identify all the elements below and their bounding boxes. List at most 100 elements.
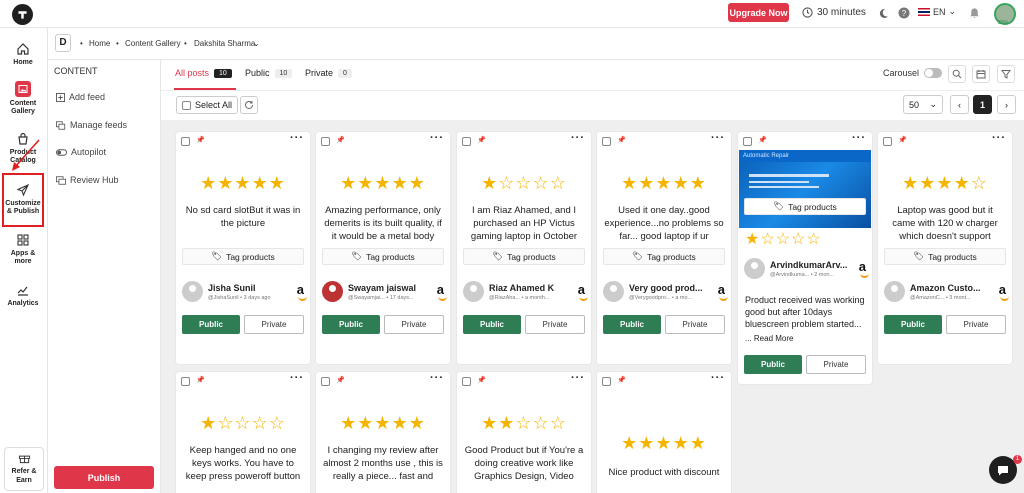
tag-products-button[interactable]: 🏷 Tag products bbox=[182, 248, 304, 265]
pin-icon[interactable]: 📌 bbox=[617, 136, 626, 144]
nav-analytics[interactable]: Analytics bbox=[0, 283, 46, 308]
post-card[interactable]: 📌 ··· ★★★★☆ Laptop was good but it came wit… bbox=[878, 132, 1012, 364]
tag-products-button[interactable]: 🏷 Tag products bbox=[744, 198, 866, 215]
card-checkbox[interactable] bbox=[462, 137, 471, 146]
page-number[interactable]: 1 bbox=[973, 95, 992, 114]
post-card[interactable]: 📌 ··· ★★★★★ Used it one day..good experienc… bbox=[597, 132, 731, 364]
pin-icon[interactable]: 📌 bbox=[898, 136, 907, 144]
public-button[interactable]: Public bbox=[603, 315, 661, 334]
public-button[interactable]: Public bbox=[182, 315, 240, 334]
add-feed-link[interactable]: Add feed bbox=[56, 92, 105, 102]
autopilot-link[interactable]: Autopilot bbox=[56, 147, 106, 157]
card-checkbox[interactable] bbox=[462, 377, 471, 386]
manage-feeds-link[interactable]: Manage feeds bbox=[56, 120, 127, 130]
pin-icon[interactable]: 📌 bbox=[617, 376, 626, 384]
calendar-button[interactable] bbox=[972, 65, 990, 83]
card-checkbox[interactable] bbox=[883, 137, 892, 146]
post-card[interactable]: 📌 ··· ★★☆☆☆ Good Product but if You're a do… bbox=[457, 372, 591, 493]
tab-all-posts[interactable]: All posts 10 bbox=[175, 68, 232, 78]
post-card[interactable]: 📌 ··· ★★★★★ I changing my review after almo… bbox=[316, 372, 450, 493]
breadcrumb-home[interactable]: Home bbox=[89, 39, 110, 48]
language-selector[interactable]: EN ⌄ bbox=[918, 6, 956, 17]
private-button[interactable]: Private bbox=[384, 315, 444, 334]
help-icon[interactable]: ? bbox=[897, 6, 911, 20]
post-card[interactable]: 📌 ··· ★★★★★ Nice product with discount bbox=[597, 372, 731, 493]
post-card[interactable]: 📌 ··· ★☆☆☆☆ I am Riaz Ahamed, and I purchas… bbox=[457, 132, 591, 364]
card-checkbox[interactable] bbox=[181, 137, 190, 146]
tag-products-button[interactable]: 🏷 Tag products bbox=[463, 248, 585, 265]
per-page-select[interactable]: 50 ⌄ bbox=[903, 95, 943, 114]
more-options-icon[interactable]: ··· bbox=[290, 132, 304, 144]
private-button[interactable]: Private bbox=[525, 315, 585, 334]
read-more-link[interactable]: ... Read More bbox=[738, 334, 872, 343]
tab-private[interactable]: Private 0 bbox=[305, 68, 352, 78]
more-options-icon[interactable]: ··· bbox=[571, 372, 585, 384]
public-button[interactable]: Public bbox=[463, 315, 521, 334]
tag-products-button[interactable]: 🏷 Tag products bbox=[884, 248, 1006, 265]
card-checkbox[interactable] bbox=[321, 137, 330, 146]
tag-products-button[interactable]: 🏷 Tag products bbox=[603, 248, 725, 265]
more-options-icon[interactable]: ··· bbox=[430, 132, 444, 144]
review-hub-link[interactable]: Review Hub bbox=[56, 175, 119, 185]
public-button[interactable]: Public bbox=[744, 355, 802, 374]
workspace-badge[interactable]: D bbox=[55, 34, 71, 52]
carousel-switch[interactable] bbox=[924, 68, 943, 78]
carousel-toggle[interactable]: Carousel bbox=[883, 68, 943, 78]
post-card[interactable]: 📌 ··· ★☆☆☆☆ Keep hanged and no one keys wor… bbox=[176, 372, 310, 493]
nav-home[interactable]: Home bbox=[0, 42, 46, 67]
more-options-icon[interactable]: ··· bbox=[711, 372, 725, 384]
breadcrumb-profile[interactable]: Dakshita Sharma bbox=[194, 39, 255, 48]
star-filled-icon: ★ bbox=[621, 433, 639, 453]
private-button[interactable]: Private bbox=[665, 315, 725, 334]
refresh-button[interactable] bbox=[240, 96, 258, 114]
prev-page-button[interactable]: ‹ bbox=[950, 95, 969, 114]
card-header: 📌 ··· bbox=[316, 372, 450, 390]
publish-button[interactable]: Publish bbox=[54, 466, 154, 489]
post-card[interactable]: 📌 ··· ★★★★★ Amazing performance, only demer… bbox=[316, 132, 450, 364]
select-all-checkbox[interactable] bbox=[182, 100, 191, 110]
more-options-icon[interactable]: ··· bbox=[290, 372, 304, 384]
search-button[interactable] bbox=[948, 65, 966, 83]
filter-button[interactable] bbox=[997, 65, 1015, 83]
public-button[interactable]: Public bbox=[322, 315, 380, 334]
next-page-button[interactable]: › bbox=[997, 95, 1016, 114]
post-tabs: All posts 10 Public 10 Private 0 Carouse… bbox=[161, 60, 1024, 90]
more-options-icon[interactable]: ··· bbox=[430, 372, 444, 384]
card-checkbox[interactable] bbox=[602, 137, 611, 146]
breadcrumb-content-gallery[interactable]: Content Gallery bbox=[125, 39, 181, 48]
bell-icon[interactable] bbox=[967, 6, 981, 20]
card-checkbox[interactable] bbox=[181, 377, 190, 386]
nav-apps-more[interactable]: Apps & more bbox=[0, 233, 46, 266]
card-checkbox[interactable] bbox=[743, 137, 752, 146]
chat-notification-badge: 1 bbox=[1013, 455, 1022, 464]
card-checkbox[interactable] bbox=[321, 377, 330, 386]
chevron-down-icon[interactable]: ⌄ bbox=[253, 39, 260, 48]
upgrade-now-button[interactable]: Upgrade Now bbox=[728, 3, 789, 22]
private-button[interactable]: Private bbox=[946, 315, 1006, 334]
public-button[interactable]: Public bbox=[884, 315, 942, 334]
tag-products-button[interactable]: 🏷 Tag products bbox=[322, 248, 444, 265]
select-all-button[interactable]: Select All bbox=[176, 96, 239, 114]
more-options-icon[interactable]: ··· bbox=[571, 132, 585, 144]
nav-content-gallery[interactable]: Content Gallery bbox=[0, 81, 46, 116]
pin-icon[interactable]: 📌 bbox=[336, 376, 345, 384]
more-options-icon[interactable]: ··· bbox=[852, 132, 866, 144]
pin-icon[interactable]: 📌 bbox=[477, 136, 486, 144]
tag-products-label: Tag products bbox=[226, 251, 275, 262]
more-options-icon[interactable]: ··· bbox=[992, 132, 1006, 144]
pin-icon[interactable]: 📌 bbox=[758, 136, 767, 144]
app-logo[interactable] bbox=[12, 4, 33, 25]
private-button[interactable]: Private bbox=[244, 315, 304, 334]
tab-public[interactable]: Public 10 bbox=[245, 68, 293, 78]
dark-mode-icon[interactable] bbox=[876, 6, 890, 20]
post-card[interactable]: 📌 ··· ★★★★★ No sd card slotBut it was in th… bbox=[176, 132, 310, 364]
pin-icon[interactable]: 📌 bbox=[196, 376, 205, 384]
pin-icon[interactable]: 📌 bbox=[477, 376, 486, 384]
pin-icon[interactable]: 📌 bbox=[196, 136, 205, 144]
private-button[interactable]: Private bbox=[806, 355, 866, 374]
more-options-icon[interactable]: ··· bbox=[711, 132, 725, 144]
refer-earn-button[interactable]: Refer & Earn bbox=[4, 447, 44, 491]
pin-icon[interactable]: 📌 bbox=[336, 136, 345, 144]
post-card[interactable]: 📌 ··· Automatic Repair 🏷 Tag products ★☆☆☆☆ Ar… bbox=[738, 132, 872, 384]
card-checkbox[interactable] bbox=[602, 377, 611, 386]
